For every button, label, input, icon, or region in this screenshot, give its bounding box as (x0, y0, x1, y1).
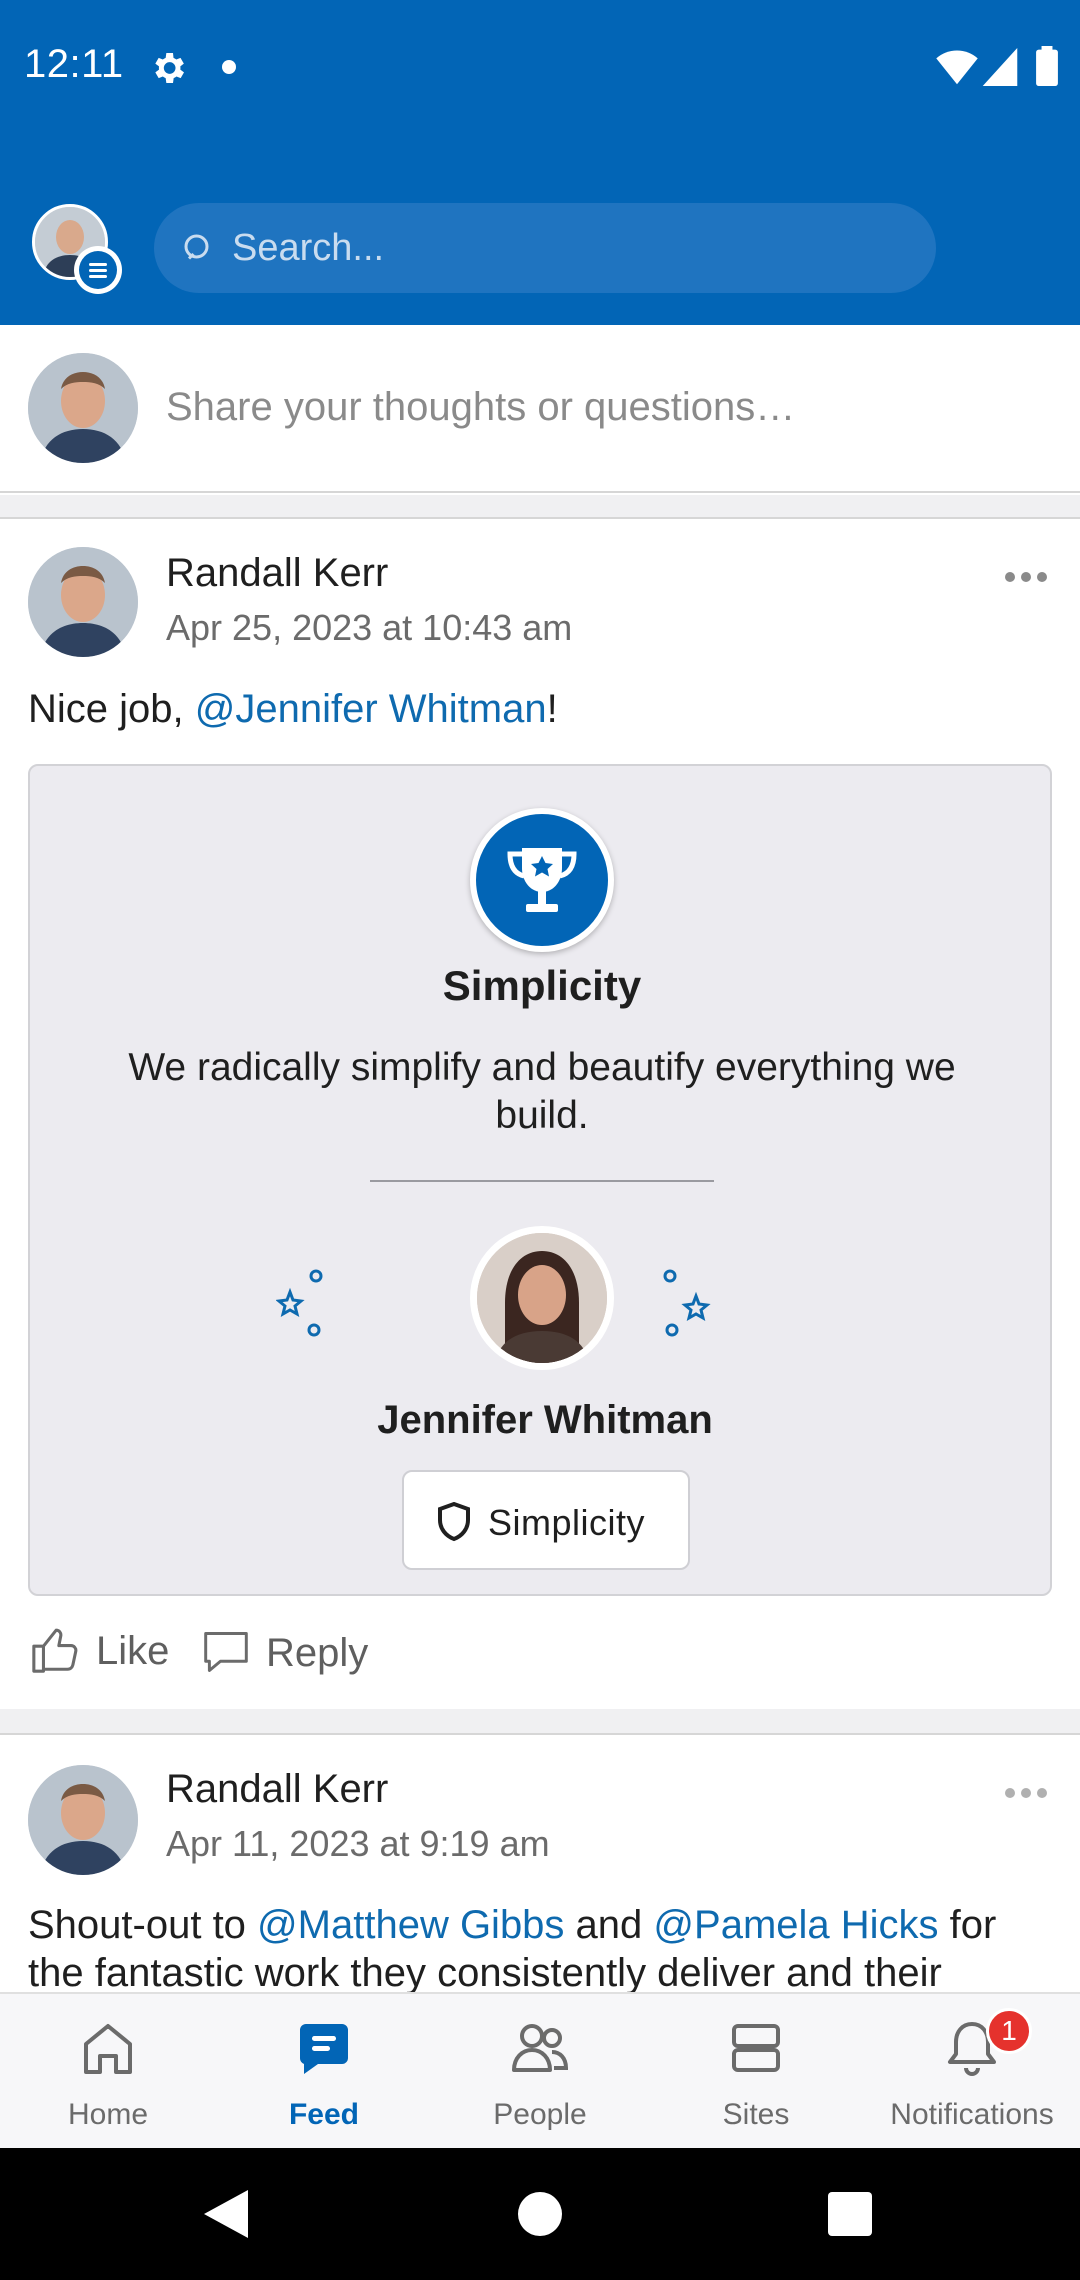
comment-icon[interactable] (202, 1629, 250, 1675)
feed-post: Randall Kerr Apr 25, 2023 at 10:43 am Ni… (0, 517, 1080, 1709)
recent-apps-icon[interactable] (828, 2192, 872, 2236)
award-trophy (470, 808, 614, 952)
award-card: Simplicity We radically simplify and bea… (28, 764, 1052, 1596)
sparkle-icon (276, 1269, 323, 1337)
home-icon (84, 2024, 132, 2074)
post-body: Shout-out to @Matthew Gibbs and @Pamela … (28, 1901, 1058, 1993)
bottom-navigation: Home Feed People Sites 1 Notifications (0, 1992, 1080, 2148)
feed-divider (0, 495, 1080, 517)
back-icon[interactable] (204, 2190, 248, 2238)
sites-icon (732, 2024, 780, 2072)
settings-gear-icon (155, 53, 184, 83)
person-photo-icon (28, 353, 138, 463)
shield-icon (438, 1502, 470, 1542)
menu-lines-icon (89, 263, 107, 278)
post-text: Shout-out to (28, 1903, 258, 1947)
thumbs-up-icon[interactable] (30, 1625, 80, 1675)
nav-notifications-label: Notifications (890, 2098, 1054, 2131)
nav-home[interactable]: Home (0, 1994, 216, 2150)
award-badge-label: Simplicity (488, 1502, 646, 1543)
more-options-icon[interactable] (1004, 569, 1048, 585)
person-photo-icon (477, 1233, 607, 1363)
composer-placeholder: Share your thoughts or questions… (166, 385, 796, 429)
feed-divider (0, 1709, 1080, 1733)
post-date: Apr 25, 2023 at 10:43 am (166, 607, 573, 648)
composer-avatar (28, 353, 138, 463)
post-date: Apr 11, 2023 at 9:19 am (166, 1823, 550, 1864)
post-actions: Like Reply (0, 1609, 1080, 1705)
search-icon (184, 234, 209, 260)
author-avatar[interactable] (28, 1765, 138, 1875)
app-header: 12:11 Search... (0, 0, 1080, 325)
award-divider (370, 1180, 714, 1182)
notification-count-badge: 1 (986, 2008, 1032, 2054)
mention-link[interactable]: @Pamela Hicks (653, 1903, 938, 1947)
status-bar: 12:11 (0, 0, 1080, 135)
reply-button[interactable]: Reply (266, 1631, 368, 1676)
nav-sites-label: Sites (722, 2098, 790, 2131)
person-photo-icon (28, 1765, 138, 1875)
award-title: Simplicity (442, 962, 642, 1009)
nav-feed-label: Feed (288, 2098, 360, 2131)
search-input[interactable]: Search... (154, 203, 936, 293)
battery-icon (1036, 46, 1058, 86)
nav-people-label: People (493, 2098, 587, 2131)
author-avatar[interactable] (28, 547, 138, 657)
recipient-avatar[interactable] (470, 1226, 614, 1370)
post-text: Nice job, (28, 687, 195, 731)
menu-badge[interactable] (74, 246, 122, 294)
cell-signal-icon (982, 48, 1018, 86)
mention-link[interactable]: @Matthew Gibbs (257, 1903, 564, 1947)
award-description: We radically simplify and beautify every… (128, 1046, 956, 1137)
nav-sites[interactable]: Sites (648, 1994, 864, 2150)
wifi-icon (936, 50, 978, 85)
nav-people[interactable]: People (432, 1994, 648, 2150)
people-icon (512, 2024, 569, 2072)
trophy-icon (507, 848, 577, 912)
author-name[interactable]: Randall Kerr (166, 551, 388, 596)
feed-post: Randall Kerr Apr 11, 2023 at 9:19 am Sho… (0, 1733, 1080, 1993)
status-time: 12:11 (24, 42, 124, 86)
author-name[interactable]: Randall Kerr (166, 1767, 388, 1812)
feed-icon (299, 2024, 348, 2074)
nav-notifications[interactable]: 1 Notifications (864, 1994, 1080, 2150)
post-body: Nice job, @Jennifer Whitman! (28, 685, 1058, 733)
person-photo-icon (28, 547, 138, 657)
post-composer[interactable]: Share your thoughts or questions… (0, 325, 1080, 493)
post-text: and (564, 1903, 654, 1947)
more-options-icon[interactable] (1004, 1785, 1048, 1801)
home-button-icon[interactable] (518, 2192, 562, 2236)
system-navigation-bar (0, 2148, 1080, 2280)
recipient-name[interactable]: Jennifer Whitman (30, 1398, 1060, 1443)
notification-dot-icon (222, 60, 236, 74)
award-badge-button[interactable]: Simplicity (402, 1470, 690, 1570)
mention-link[interactable]: @Jennifer Whitman (195, 687, 547, 731)
nav-home-label: Home (67, 2098, 149, 2131)
search-placeholder: Search... (232, 227, 385, 269)
sparkle-icon (663, 1269, 711, 1337)
post-text: ! (546, 687, 558, 731)
nav-feed[interactable]: Feed (216, 1994, 432, 2150)
like-button[interactable]: Like (96, 1629, 169, 1674)
